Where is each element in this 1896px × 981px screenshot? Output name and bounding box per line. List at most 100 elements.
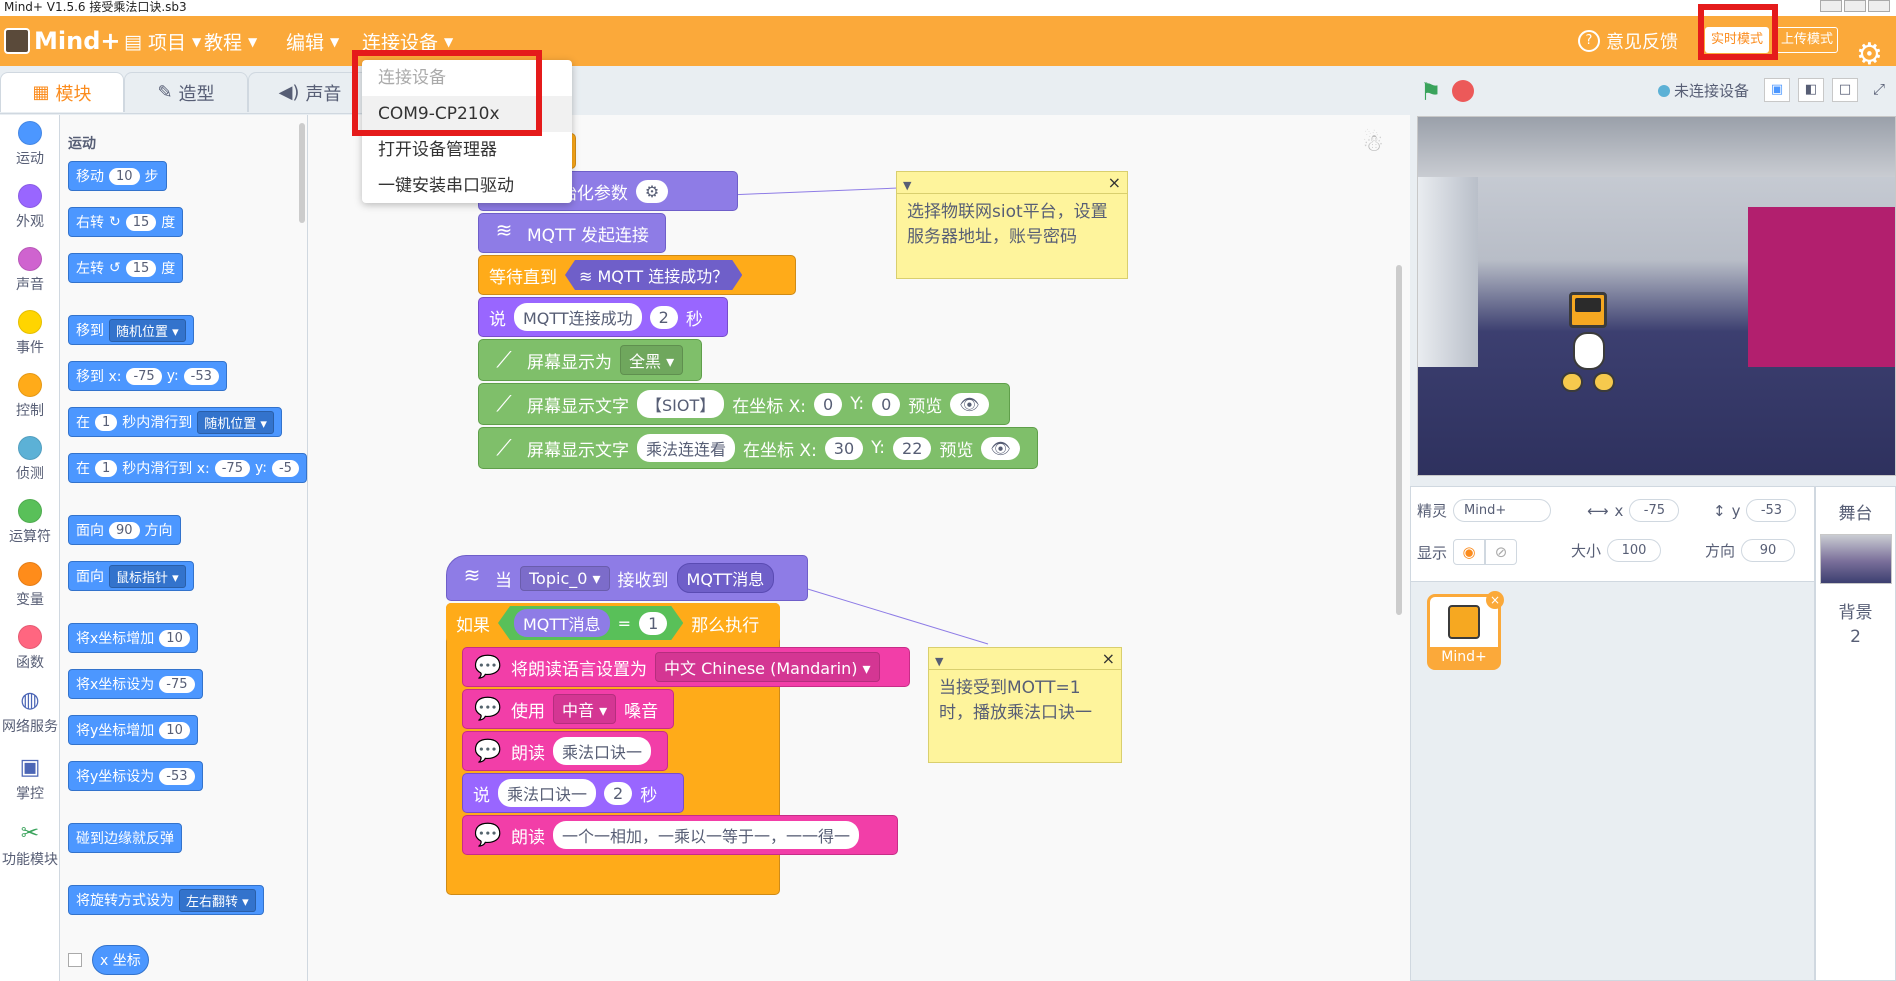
stage-canvas[interactable] [1417, 116, 1896, 476]
palette-scrollbar[interactable] [299, 123, 305, 223]
menu-project[interactable]: ▤ 项目 ▼ [124, 28, 201, 55]
category-control[interactable]: 控制 [0, 373, 60, 420]
category-sensing[interactable]: 侦测 [0, 436, 60, 483]
backdrop-label: 背景 [1838, 603, 1873, 623]
palette-block-rotation-style[interactable]: 将旋转方式设为 左右翻转 ▾ [68, 885, 264, 915]
dropdown-item-install-driver[interactable]: 一键安装串口驱动 [362, 168, 572, 204]
say-block[interactable]: 说 MQTT连接成功 2 秒 [478, 297, 728, 337]
category-looks[interactable]: 外观 [0, 184, 60, 231]
blocks-icon: ▦ [32, 82, 50, 103]
sprite-info-panel: 精灵 Mind+ ⟷ x -75 ↕ y -53 显示 ◉ ⊘ 大小 100 方向 90 [1410, 486, 1815, 581]
code-workspace[interactable]: ☃ 格 ▾键 MQTT 初始化参数⚙ ≋MQTT 发起连接 等待直到≋ MQTT… [308, 115, 1692, 981]
palette-block-glide-to[interactable]: 在 1 秒内滑行到 随机位置 ▾ [68, 407, 282, 437]
palette-block-move[interactable]: 移动 10 步 [68, 161, 167, 191]
large-stage-button[interactable]: □ [1832, 78, 1858, 102]
fullscreen-icon[interactable]: ⤢ [1866, 78, 1892, 102]
backdrop-thumbnail[interactable] [1819, 534, 1892, 584]
sprite-name-input[interactable]: Mind+ [1453, 499, 1552, 522]
vertical-arrows-icon: ↕ [1713, 501, 1726, 520]
green-flag-icon[interactable]: ⚑ [1420, 78, 1442, 106]
collapse-triangle-icon[interactable]: ▼ [935, 649, 943, 674]
category-network[interactable]: ◍ 网络服务 [0, 688, 60, 736]
screen-display-block[interactable]: ⟋ 屏幕显示为 全黑 ▾ [478, 339, 702, 381]
category-function-modules[interactable]: ✂ 功能模块 [0, 821, 60, 869]
small-stage-button[interactable]: ▣ [1764, 78, 1790, 102]
set-voice-block[interactable]: 💬 使用 中音 ▾ 嗓音 [462, 689, 674, 729]
collapse-triangle-icon[interactable]: ▼ [903, 173, 911, 198]
stage-selector[interactable]: 舞台 背景 2 [1815, 486, 1896, 981]
x-position-checkbox[interactable] [68, 953, 82, 967]
comment-note-1[interactable]: ▼ × 选择物联网siot平台，设置服务器地址，账号密码 [896, 171, 1128, 279]
connection-status: 未连接设备 [1658, 80, 1749, 101]
palette-block-point-towards[interactable]: 面向 鼠标指针 ▾ [68, 561, 194, 591]
y-input[interactable]: -53 [1746, 499, 1797, 522]
category-handpy[interactable]: ▣ 掌控 [0, 755, 60, 803]
stage-header: ⚑ 未连接设备 ▣ ◧ □ ⤢ [1410, 66, 1896, 114]
stage-ceiling [1418, 117, 1895, 177]
tab-sounds[interactable]: ◀) 声音 [248, 72, 372, 112]
category-variables[interactable]: 变量 [0, 562, 60, 609]
palette-block-turn-left[interactable]: 左转 ↺ 15 度 [68, 253, 184, 283]
realtime-mode-button[interactable]: 实时模式 [1705, 27, 1769, 53]
x-input[interactable]: -75 [1629, 499, 1680, 522]
palette-block-goto[interactable]: 移到 随机位置 ▾ [68, 315, 194, 345]
oled-icon: ⟋ [496, 347, 512, 373]
say-block-2[interactable]: 说乘法口诀一 2 秒 [462, 773, 684, 813]
window-title: Mind+ V1.5.6 接受乘法口诀.sb3 [4, 0, 187, 14]
category-motion[interactable]: 运动 [0, 121, 60, 168]
palette-block-set-y[interactable]: 将y坐标设为 -53 [68, 761, 203, 791]
mind-plus-sprite[interactable] [1553, 292, 1623, 404]
menu-tutorial[interactable]: 教程 ▼ [204, 28, 257, 55]
palette-block-glide-xy[interactable]: 在 1 秒内滑行到 x: -75 y: -5 [68, 453, 307, 483]
dropdown-item-com-port[interactable]: COM9-CP210x [362, 96, 572, 132]
palette-block-change-y[interactable]: 将y坐标增加 10 [68, 715, 198, 745]
if-then-block[interactable]: 如果 MQTT消息 = 1 那么执行 [446, 603, 780, 643]
palette-reporter-x-position[interactable]: x 坐标 [92, 945, 149, 975]
dropdown-item-device-manager[interactable]: 打开设备管理器 [362, 132, 572, 168]
stop-icon[interactable] [1452, 80, 1474, 102]
wait-until-block[interactable]: 等待直到 ≋ MQTT 连接成功？ [478, 255, 796, 295]
palette-block-bounce[interactable]: 碰到边缘就反弹 [68, 823, 182, 853]
palette-block-set-x[interactable]: 将x坐标设为 -75 [68, 669, 203, 699]
category-operators[interactable]: 运算符 [0, 499, 60, 546]
sensing-dot-icon [18, 436, 42, 460]
tab-costumes[interactable]: ✎ 造型 [124, 72, 248, 112]
direction-input[interactable]: 90 [1741, 539, 1796, 562]
mqtt-settings-gear-icon: ⚙ [635, 179, 669, 203]
menu-connect-device[interactable]: 连接设备 ▼ [362, 28, 453, 55]
palette-block-point-direction[interactable]: 面向 90 方向 [68, 515, 181, 545]
menu-edit[interactable]: 编辑 ▼ [286, 28, 339, 55]
category-events[interactable]: 事件 [0, 310, 60, 357]
show-eye-icon[interactable]: ◉ [1453, 539, 1486, 565]
delete-sprite-icon[interactable]: × [1486, 591, 1504, 609]
palette-block-turn-right[interactable]: 右转 ↻ 15 度 [68, 207, 184, 237]
speaker-icon: ◀) [278, 82, 300, 103]
palette-block-goto-xy[interactable]: 移到 x: -75 y: -53 [68, 361, 227, 391]
speech-bubble-icon: 💬 [474, 654, 502, 680]
palette-block-change-x[interactable]: 将x坐标增加 10 [68, 623, 198, 653]
hide-eye-icon[interactable]: ⊘ [1485, 539, 1518, 565]
tab-blocks[interactable]: ▦ 模块 [0, 72, 124, 112]
mqtt-connect-block[interactable]: ≋ MQTT 发起连接 [478, 213, 666, 253]
close-icon[interactable]: × [1102, 646, 1115, 671]
screen-text-block-1[interactable]: ⟋ 屏幕显示文字 【SIOT】 在坐标 X: 0 Y: 0 预览 👁 [478, 383, 1010, 425]
close-window-button[interactable] [1868, 0, 1890, 12]
category-sound[interactable]: 声音 [0, 247, 60, 294]
sprite-label: 精灵 [1417, 502, 1448, 520]
functions-dot-icon [18, 625, 42, 649]
close-icon[interactable]: × [1108, 170, 1121, 195]
set-tts-language-block[interactable]: 💬 将朗读语言设置为 中文 Chinese (Mandarin) ▾ [462, 647, 910, 687]
normal-stage-button[interactable]: ◧ [1798, 78, 1824, 102]
sprite-thumbnail[interactable]: Mind+ × [1427, 591, 1504, 670]
mqtt-receive-hat-block[interactable]: ≋ 当 Topic_0 ▾ 接收到 MQTT消息 [446, 555, 808, 601]
size-input[interactable]: 100 [1607, 539, 1662, 562]
speak-block-1[interactable]: 💬 朗读 乘法口诀一 [462, 731, 668, 771]
speak-block-2[interactable]: 💬 朗读 一个一相加，一乘以一等于一，一一得一 [462, 815, 898, 855]
comment-note-2[interactable]: ▼ × 当接受到MOTT=1时，播放乘法口诀一 [928, 647, 1122, 763]
maximize-button[interactable] [1844, 0, 1866, 12]
screen-text-block-2[interactable]: ⟋ 屏幕显示文字 乘法连连看 在坐标 X: 30 Y: 22 预览 👁 [478, 427, 1038, 469]
minimize-button[interactable] [1820, 0, 1842, 12]
category-functions[interactable]: 函数 [0, 625, 60, 672]
feedback-button[interactable]: ? 意见反馈 [1578, 28, 1678, 54]
upload-mode-button[interactable]: 上传模式 [1776, 27, 1838, 53]
